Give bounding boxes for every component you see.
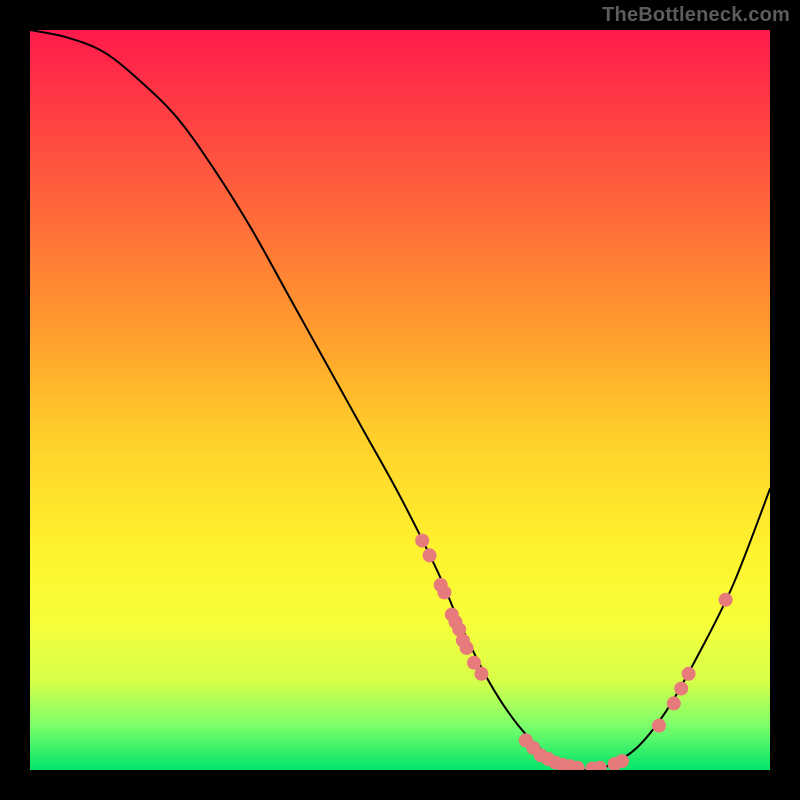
data-markers bbox=[415, 534, 732, 770]
data-marker bbox=[415, 534, 429, 548]
data-marker bbox=[674, 682, 688, 696]
data-marker bbox=[615, 754, 629, 768]
data-marker bbox=[682, 667, 696, 681]
data-marker bbox=[437, 585, 451, 599]
data-marker bbox=[423, 548, 437, 562]
data-marker bbox=[652, 719, 666, 733]
chart-frame: TheBottleneck.com bbox=[0, 0, 800, 800]
attribution-label: TheBottleneck.com bbox=[602, 4, 790, 27]
curve-overlay bbox=[30, 30, 770, 770]
plot-area bbox=[30, 30, 770, 770]
bottleneck-curve bbox=[30, 30, 770, 770]
data-marker bbox=[460, 641, 474, 655]
data-marker bbox=[719, 593, 733, 607]
data-marker bbox=[474, 667, 488, 681]
data-marker bbox=[667, 696, 681, 710]
